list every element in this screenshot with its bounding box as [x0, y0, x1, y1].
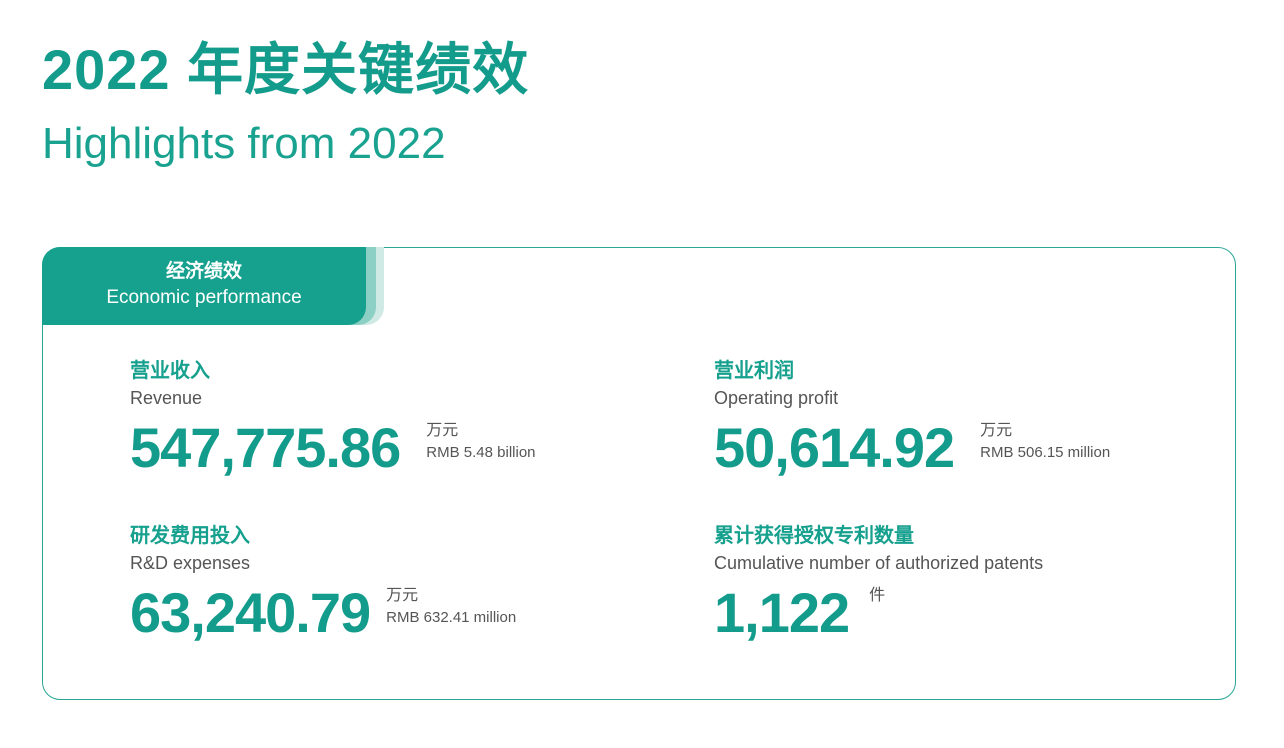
metric-unit: 万元 RMB 5.48 billion: [426, 420, 535, 464]
metric-value: 63,240.79: [130, 581, 371, 644]
metric-unit: 万元 RMB 506.15 million: [980, 420, 1110, 464]
page-title-cn: 2022 年度关键绩效: [42, 38, 530, 101]
metric-value: 547,775.86: [130, 416, 401, 479]
section-tab: 经济绩效 Economic performance: [42, 247, 366, 325]
metric-unit: 件: [869, 585, 885, 607]
metric-unit: 万元 RMB 632.41 million: [386, 585, 516, 629]
metric-rd-expenses: 研发费用投入 R&D expenses 63,240.79 万元 RMB 632…: [130, 523, 516, 643]
metric-label-cn: 营业利润: [714, 360, 794, 382]
metric-unit-en: RMB 632.41 million: [386, 609, 517, 626]
section-tab-label-cn: 经济绩效: [165, 261, 242, 282]
section-tab-label-en: Economic performance: [106, 287, 302, 308]
metric-unit-en: RMB 5.48 billion: [426, 444, 536, 461]
metric-unit-cn: 万元: [426, 422, 459, 439]
page-title-en: Highlights from 2022: [42, 119, 446, 168]
metric-value: 1,122: [714, 581, 850, 644]
metric-patents: 累计获得授权专利数量 Cumulative number of authoriz…: [714, 523, 1043, 643]
metric-label-en: R&D expenses: [130, 553, 251, 573]
metric-label-en: Cumulative number of authorized patents: [714, 553, 1044, 573]
metric-label-cn: 累计获得授权专利数量: [714, 525, 914, 547]
metric-operating-profit: 营业利润 Operating profit 50,614.92 万元 RMB 5…: [714, 358, 1110, 478]
metric-label-en: Operating profit: [714, 388, 839, 408]
metric-label-cn: 营业收入: [130, 360, 210, 382]
metric-unit-cn: 件: [869, 587, 886, 604]
metric-revenue: 营业收入 Revenue 547,775.86 万元 RMB 5.48 bill…: [130, 358, 536, 478]
metric-label-cn: 研发费用投入: [130, 525, 250, 547]
metric-unit-cn: 万元: [980, 422, 1013, 439]
metric-unit-cn: 万元: [386, 587, 419, 604]
metric-label-en: Revenue: [130, 388, 203, 408]
metric-unit-en: RMB 506.15 million: [980, 444, 1111, 461]
metric-value: 50,614.92: [714, 416, 955, 479]
